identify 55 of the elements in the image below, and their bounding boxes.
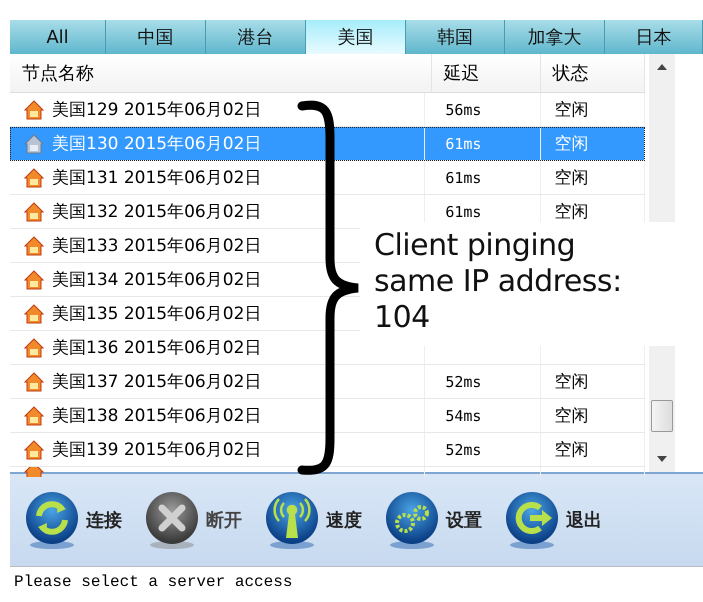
node-name[interactable]: 美国137 2015年06月02日 — [52, 370, 262, 393]
house-icon — [24, 100, 44, 120]
house-icon — [24, 440, 44, 460]
node-name[interactable]: 美国132 2015年06月02日 — [52, 200, 262, 223]
house-icon — [24, 372, 44, 392]
latency: 52ms — [445, 440, 482, 458]
node-name[interactable]: 美国136 2015年06月02日 — [52, 336, 262, 359]
scroll-up-icon[interactable] — [655, 62, 669, 72]
latency: 61ms — [445, 134, 482, 152]
tab[interactable]: 中国 — [106, 20, 206, 54]
house-icon — [24, 406, 44, 426]
house-icon — [24, 134, 44, 154]
node-status: 空闲 — [554, 405, 589, 427]
tab[interactable]: 加拿大 — [505, 20, 605, 54]
node-status: 空闲 — [554, 439, 589, 461]
toolbar-button[interactable]: 速度 — [262, 490, 362, 550]
latency: 61ms — [445, 202, 482, 220]
node-name[interactable]: 美国139 2015年06月02日 — [52, 438, 262, 461]
annotation-text: 104 — [374, 300, 431, 336]
latency: 52ms — [445, 372, 482, 390]
house-icon — [24, 270, 44, 290]
latency: 54ms — [445, 406, 482, 424]
tab[interactable]: All — [10, 20, 106, 54]
node-status: 空闲 — [554, 201, 589, 223]
node-name[interactable]: 美国135 2015年06月02日 — [52, 302, 262, 325]
house-icon — [24, 236, 44, 256]
tab[interactable]: 美国 — [306, 20, 406, 54]
node-name[interactable]: 美国131 2015年06月02日 — [52, 166, 262, 189]
node-name[interactable]: 美国134 2015年06月02日 — [52, 268, 262, 291]
toolbar-button[interactable]: 退出 — [502, 490, 602, 550]
tab[interactable]: 日本 — [605, 20, 703, 54]
node-status: 空闲 — [554, 133, 589, 155]
node-name[interactable]: 美国133 2015年06月02日 — [52, 234, 262, 257]
scroll-down-icon[interactable] — [655, 454, 669, 464]
annotation-text: same IP address: — [374, 264, 623, 300]
toolbar-button[interactable]: 连接 — [22, 490, 122, 550]
node-status: 空闲 — [554, 167, 589, 189]
scroll-thumb[interactable] — [651, 400, 673, 432]
latency: 56ms — [445, 100, 482, 118]
column-header[interactable]: 状态 — [540, 54, 645, 92]
tab[interactable]: 韩国 — [406, 20, 505, 54]
house-icon — [24, 338, 44, 358]
node-status: 空闲 — [554, 371, 589, 393]
tab[interactable]: 港台 — [206, 20, 306, 54]
column-header[interactable]: 节点名称 — [10, 54, 432, 92]
latency: 61ms — [445, 168, 482, 186]
annotation-text: Client pinging — [374, 228, 576, 264]
node-status: 空闲 — [554, 99, 589, 121]
toolbar-button[interactable]: 设置 — [382, 490, 482, 550]
column-header[interactable]: 延迟 — [432, 54, 541, 92]
house-icon — [24, 168, 44, 188]
house-icon — [24, 202, 44, 222]
node-name[interactable]: 美国138 2015年06月02日 — [52, 404, 262, 427]
node-name[interactable]: 美国129 2015年06月02日 — [52, 98, 262, 121]
house-icon — [24, 304, 44, 324]
